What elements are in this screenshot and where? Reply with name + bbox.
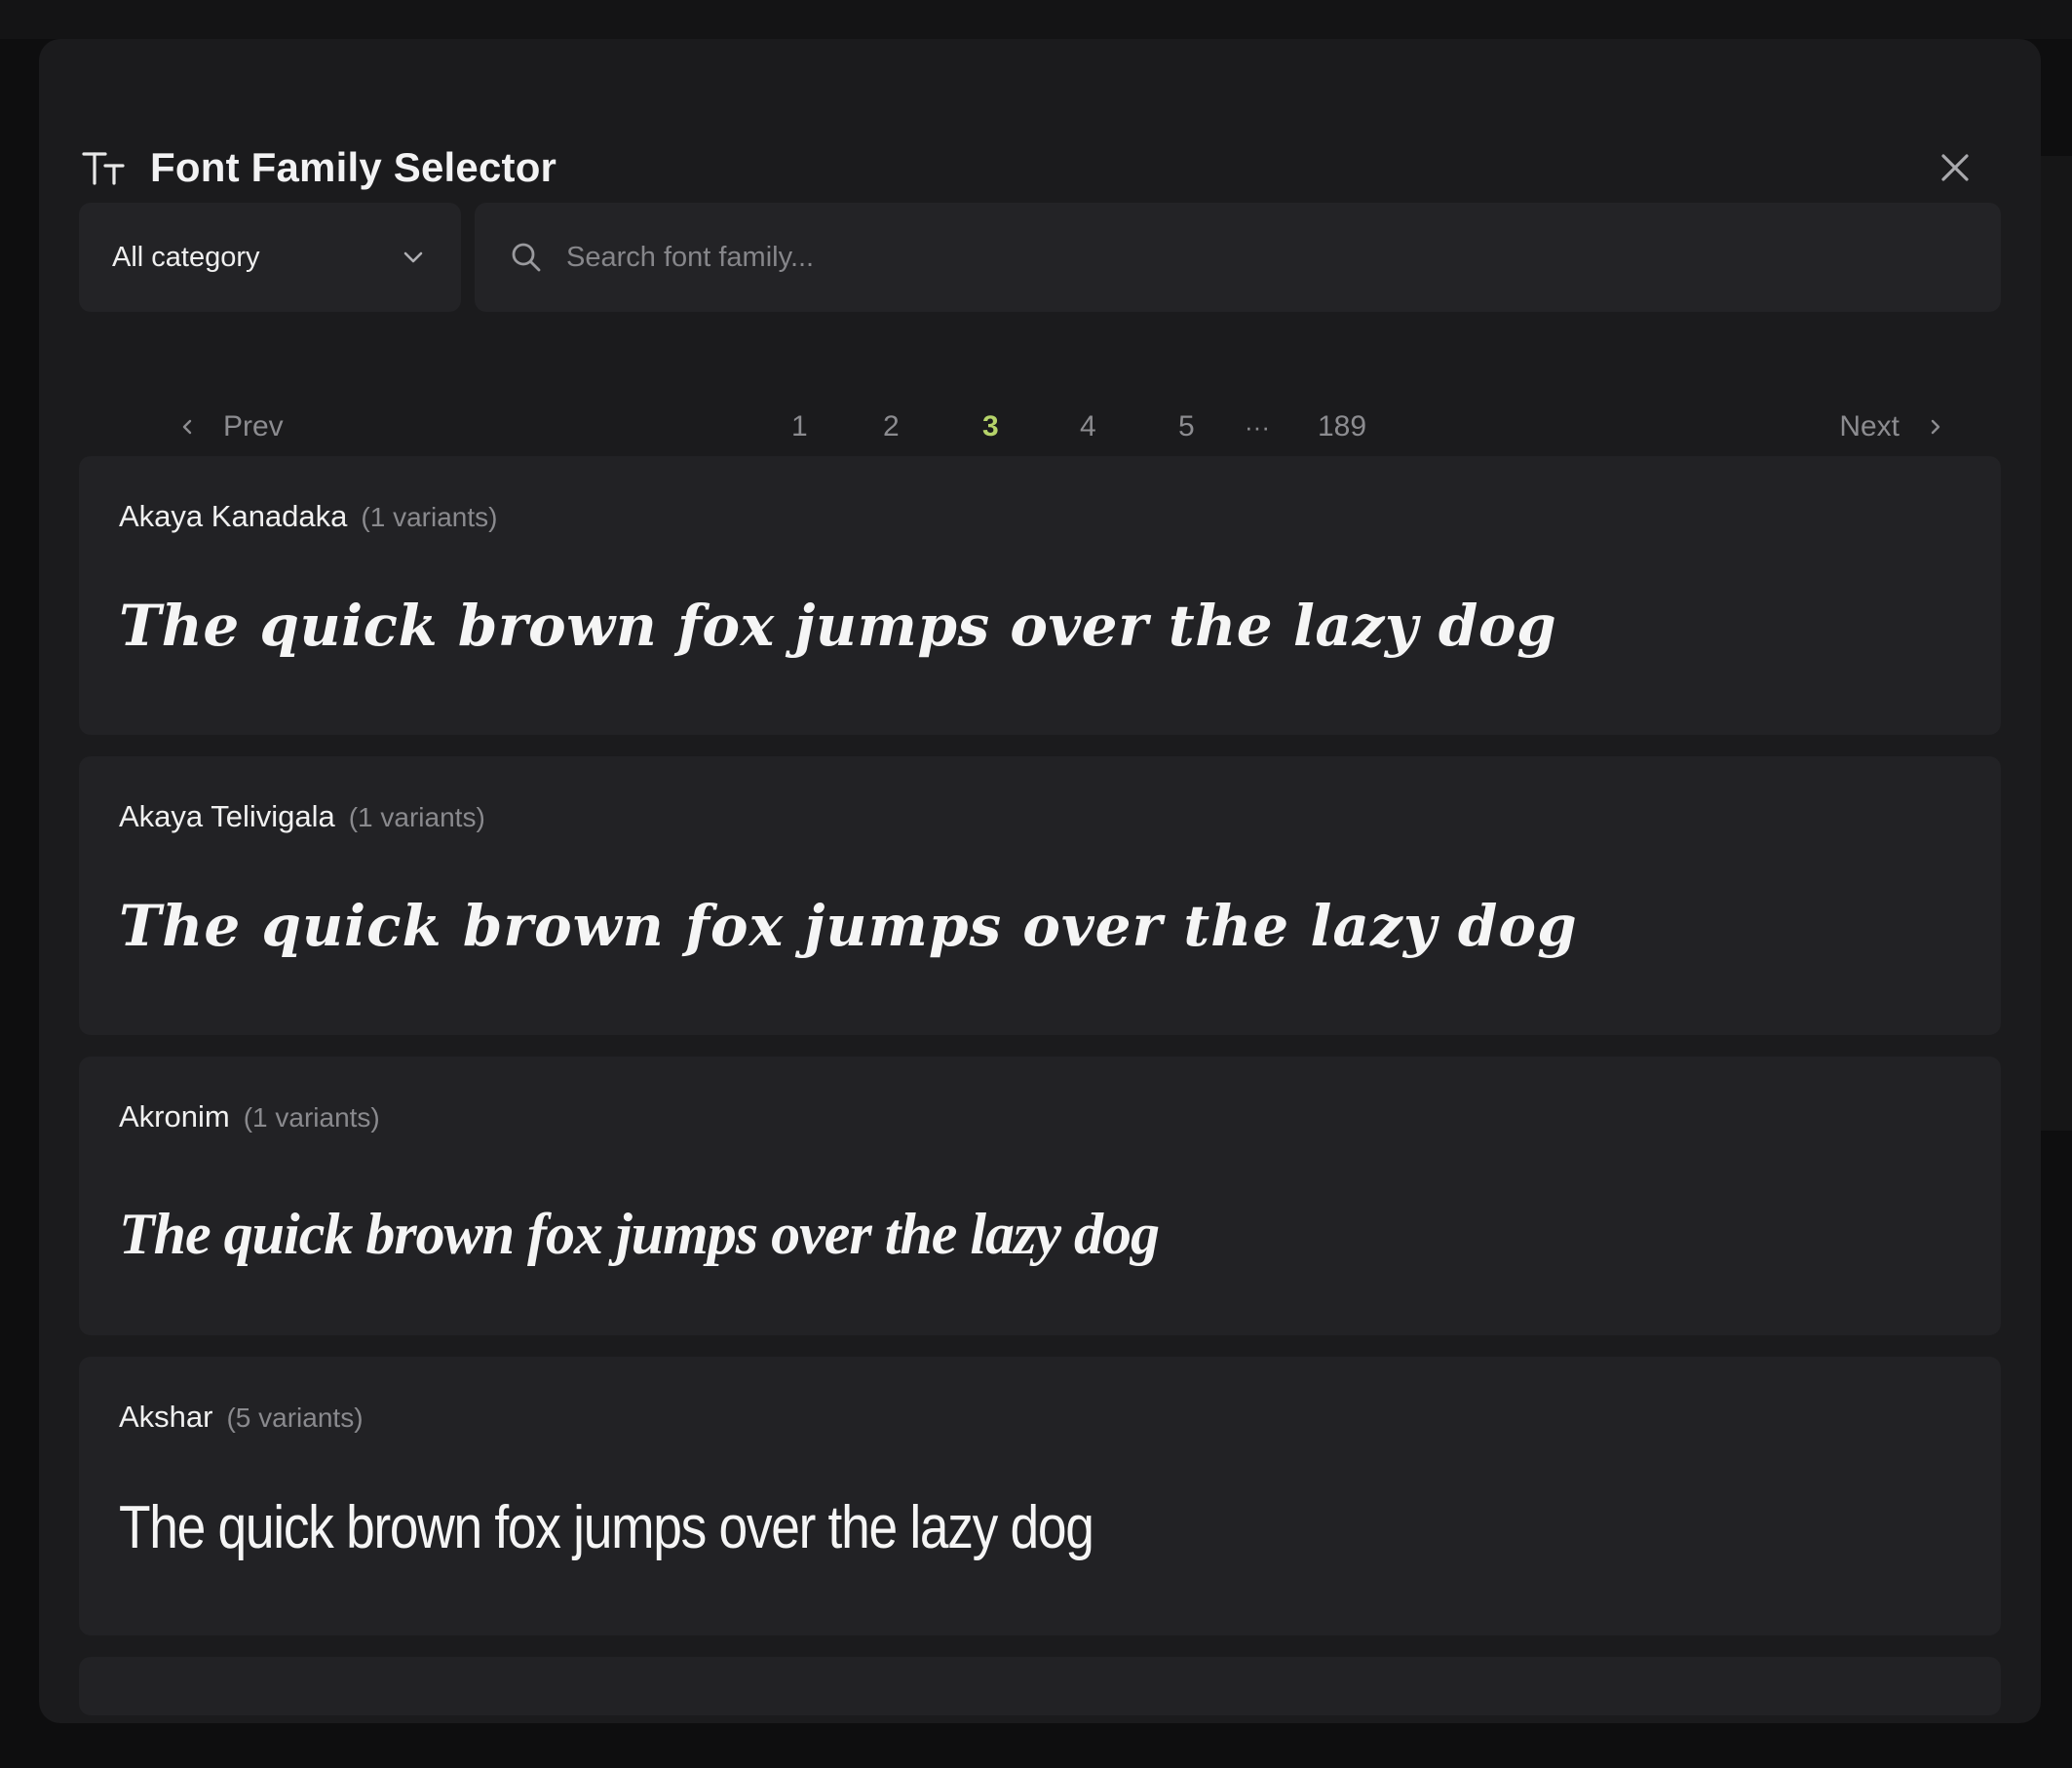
next-page-button[interactable]: Next bbox=[1839, 388, 1946, 466]
font-card-header: Akaya Telivigala (1 variants) bbox=[119, 799, 485, 834]
font-list: Akaya Kanadaka (1 variants) The quick br… bbox=[79, 456, 2001, 1723]
category-value: All category bbox=[112, 241, 260, 273]
font-card[interactable]: Akaya Telivigala (1 variants) The quick … bbox=[79, 756, 2001, 1035]
font-name: Akronim bbox=[119, 1099, 230, 1134]
modal-header: Font Family Selector bbox=[80, 129, 556, 207]
font-card-header: Akshar (5 variants) bbox=[119, 1400, 364, 1435]
variant-count: (1 variants) bbox=[361, 502, 498, 532]
chevron-right-icon bbox=[1931, 419, 1940, 435]
page-1[interactable]: 1 bbox=[791, 388, 808, 466]
next-label: Next bbox=[1839, 410, 1899, 442]
page-2[interactable]: 2 bbox=[883, 388, 900, 466]
font-card[interactable]: Akaya Kanadaka (1 variants) The quick br… bbox=[79, 456, 2001, 735]
font-sample: The quick brown fox jumps over the lazy … bbox=[119, 893, 1578, 959]
variant-count: (1 variants) bbox=[243, 1102, 380, 1133]
text-size-icon bbox=[82, 152, 125, 185]
prev-label: Prev bbox=[223, 410, 284, 442]
font-card[interactable]: Akshar (5 variants) The quick brown fox … bbox=[79, 1357, 2001, 1635]
pagination: Prev 1 2 3 4 5 ··· 189 Next bbox=[79, 388, 2001, 466]
close-icon[interactable] bbox=[1936, 148, 1975, 187]
font-card-header: Akronim (1 variants) bbox=[119, 1099, 380, 1134]
chevron-down-icon bbox=[403, 251, 423, 263]
pagination-ellipsis: ··· bbox=[1245, 411, 1270, 442]
prev-page-button[interactable]: Prev bbox=[176, 388, 284, 466]
font-card[interactable]: Akronim (1 variants) The quick brown fox… bbox=[79, 1057, 2001, 1335]
page-5[interactable]: 5 bbox=[1178, 388, 1195, 466]
font-name: Akshar bbox=[119, 1400, 213, 1434]
filter-bar: All category bbox=[79, 203, 2001, 312]
font-card-partial[interactable] bbox=[79, 1657, 2001, 1715]
chevron-left-icon bbox=[182, 419, 192, 435]
page-3-current[interactable]: 3 bbox=[982, 388, 999, 466]
search-box[interactable] bbox=[475, 203, 2001, 312]
font-sample: The quick brown fox jumps over the lazy … bbox=[119, 593, 1557, 659]
search-input[interactable] bbox=[564, 240, 1966, 275]
variant-count: (5 variants) bbox=[226, 1403, 364, 1433]
font-sample: The quick brown fox jumps over the lazy … bbox=[119, 1494, 1094, 1561]
modal-title: Font Family Selector bbox=[150, 144, 557, 190]
category-select[interactable]: All category bbox=[79, 203, 461, 312]
background-topbar bbox=[0, 0, 2072, 39]
variant-count: (1 variants) bbox=[348, 802, 485, 832]
font-name: Akaya Kanadaka bbox=[119, 499, 348, 533]
font-name: Akaya Telivigala bbox=[119, 799, 335, 833]
font-family-modal: Font Family Selector All category Search… bbox=[39, 39, 2041, 1723]
font-card-header: Akaya Kanadaka (1 variants) bbox=[119, 499, 497, 534]
page-4[interactable]: 4 bbox=[1080, 388, 1096, 466]
background-sidebar bbox=[2041, 156, 2072, 1131]
font-sample: The quick brown fox jumps over the lazy … bbox=[119, 1202, 1160, 1266]
page-last[interactable]: 189 bbox=[1318, 388, 1366, 466]
search-icon bbox=[512, 243, 541, 272]
